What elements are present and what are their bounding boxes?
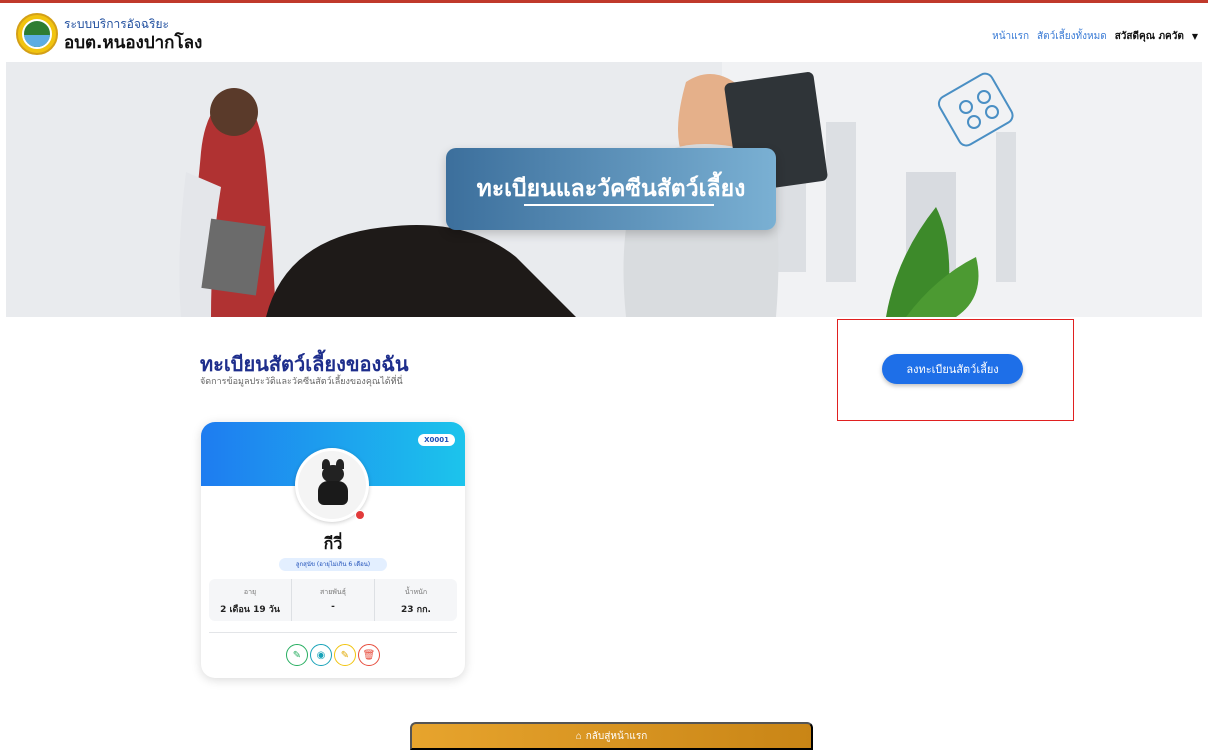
delete-icon[interactable]: 🗑 <box>358 644 380 666</box>
pet-stats: อายุ 2 เดือน 19 วัน สายพันธุ์ - น้ำหนัก … <box>209 579 457 621</box>
stat-label: อายุ <box>243 588 257 596</box>
home-icon: ⌂ <box>575 730 582 742</box>
pet-card[interactable]: X0001 กีวี่ ลูกสุนัข (อายุไม่เกิน 6 เดือ… <box>201 422 465 678</box>
chevron-down-icon[interactable]: ▼ <box>1192 32 1198 41</box>
pet-age-badge: ลูกสุนัข (อายุไม่เกิน 6 เดือน) <box>279 558 387 571</box>
nav-all-pets-link[interactable]: สัตว์เลี้ยงทั้งหมด <box>1037 29 1107 44</box>
brand-title[interactable]: อบต.หนองปากโลง <box>64 29 202 56</box>
back-home-label: กลับสู่หน้าแรก <box>585 730 648 742</box>
hero-banner: ทะเบียนและวัคซีนสัตว์เลี้ยง <box>6 62 1202 317</box>
edit-icon[interactable]: ✎ <box>334 644 356 666</box>
vaccine-icon[interactable]: ✎ <box>286 644 308 666</box>
logo-icon[interactable] <box>16 13 58 55</box>
stat-value: 23 กก. <box>401 605 431 615</box>
stat-age: อายุ 2 เดือน 19 วัน <box>209 579 292 621</box>
pet-id-badge: X0001 <box>418 434 455 446</box>
stat-weight: น้ำหนัก 23 กก. <box>375 579 457 621</box>
navbar: ระบบบริการอัจฉริยะ อบต.หนองปากโลง หน้าแร… <box>0 3 1208 62</box>
hero-title-underline <box>524 204 714 206</box>
hero-title: ทะเบียนและวัคซีนสัตว์เลี้ยง <box>476 176 746 202</box>
pet-actions: ✎ ◉ ✎ 🗑 <box>201 644 465 666</box>
card-divider <box>209 632 457 633</box>
hero-title-card: ทะเบียนและวัคซีนสัตว์เลี้ยง <box>446 148 776 230</box>
page-subtitle: จัดการข้อมูลประวัติและวัคซีนสัตว์เลี้ยงข… <box>200 377 403 387</box>
dog-photo <box>298 451 366 519</box>
nav-links: หน้าแรก สัตว์เลี้ยงทั้งหมด สวัสดีคุณ ภคว… <box>992 29 1198 44</box>
stat-value: 2 เดือน 19 วัน <box>220 605 280 615</box>
view-icon[interactable]: ◉ <box>310 644 332 666</box>
stat-value: - <box>331 602 335 612</box>
nav-home-link[interactable]: หน้าแรก <box>992 29 1029 44</box>
stat-label: น้ำหนัก <box>404 588 428 596</box>
pet-name: กีวี่ <box>323 534 343 553</box>
stat-breed: สายพันธุ์ - <box>292 579 375 621</box>
register-pet-button[interactable]: ลงทะเบียนสัตว์เลี้ยง <box>882 354 1023 384</box>
user-menu[interactable]: สวัสดีคุณ ภควัต <box>1115 29 1184 44</box>
stat-label: สายพันธุ์ <box>320 588 346 596</box>
status-dot <box>355 510 365 520</box>
